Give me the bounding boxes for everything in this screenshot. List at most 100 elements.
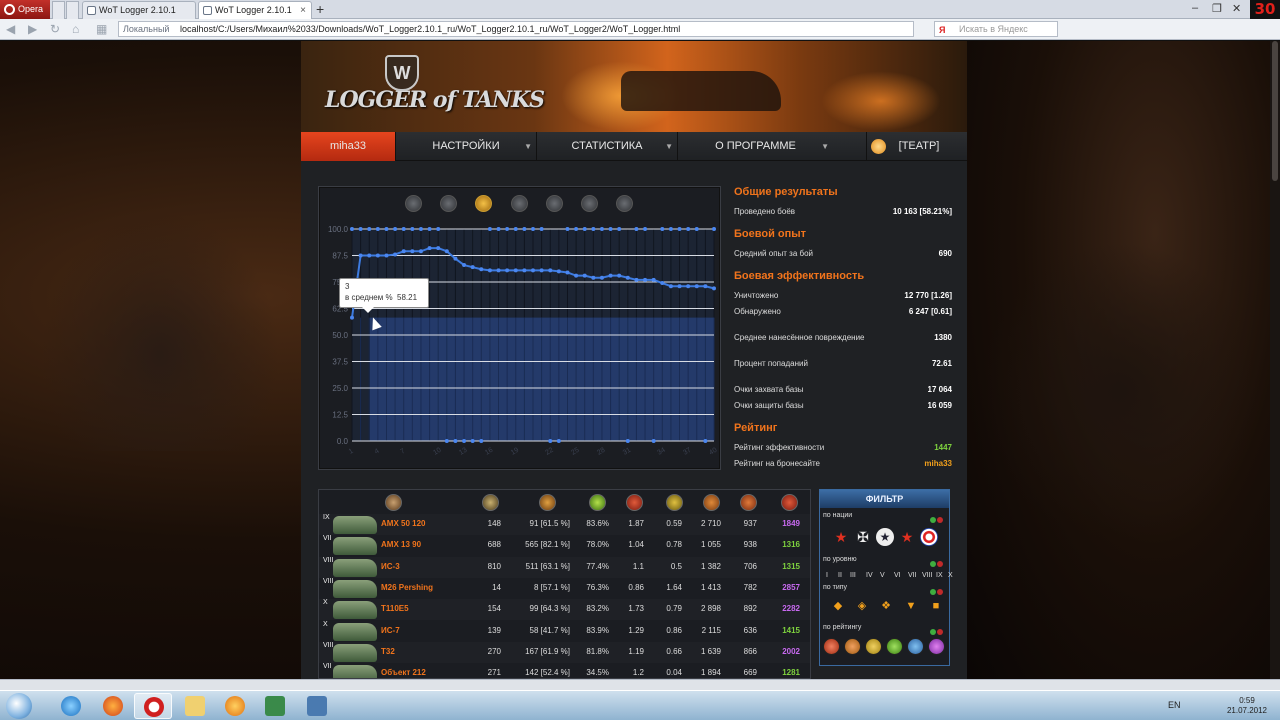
speed-icon[interactable] <box>616 195 633 212</box>
back-icon[interactable]: ◀ <box>6 22 15 36</box>
taskbar-app[interactable] <box>256 693 294 719</box>
rank-icon[interactable] <box>844 638 861 655</box>
level-filter-7[interactable]: VII <box>908 572 917 579</box>
rank-icon[interactable] <box>928 638 945 655</box>
taskbar-explorer[interactable] <box>176 693 214 719</box>
wins-icon[interactable] <box>475 195 492 212</box>
y-tick-label: 0.0 <box>337 437 349 446</box>
page-scrollbar[interactable] <box>1270 41 1280 679</box>
spotted-icon[interactable] <box>666 494 683 511</box>
stat-row: Средний опыт за бой 690 <box>734 249 952 258</box>
france-flag-icon[interactable] <box>920 528 938 546</box>
clock[interactable]: 0:59 21.07.2012 <box>1222 696 1272 716</box>
filter-toggle[interactable] <box>929 558 945 567</box>
speed-dial-icon[interactable]: ▦ <box>96 22 107 36</box>
address-input[interactable]: Локальный localhost/C:/Users/Михаил%2033… <box>118 21 914 37</box>
level-filter-1[interactable]: I <box>826 572 828 579</box>
taskbar-firefox[interactable] <box>94 693 132 719</box>
level-filter-8[interactable]: VIII <box>922 572 933 579</box>
start-button[interactable] <box>6 693 32 719</box>
taskbar-ie[interactable] <box>52 693 90 719</box>
nav-statistics[interactable]: СТАТИСТИКА ▼ <box>537 132 677 161</box>
taskbar-app[interactable] <box>298 693 336 719</box>
wins-icon[interactable] <box>539 494 556 511</box>
table-row[interactable]: VIII ИС-3 810 511 [63.1 %] 77.4% 1.1 0.5 1 382 7… <box>319 557 810 578</box>
table-row[interactable]: VII Объект 212 271 142 [52.4 %] 34.5% 1.2 0.04… <box>319 663 810 678</box>
star-icon[interactable] <box>440 195 457 212</box>
xp-icon[interactable] <box>740 494 757 511</box>
heavy-tank-icon[interactable]: ❖ <box>880 600 892 612</box>
rank-icon[interactable] <box>823 638 840 655</box>
search-input[interactable]: Я Искать в Яндекс <box>934 21 1058 37</box>
accuracy-icon[interactable] <box>589 494 606 511</box>
table-row[interactable]: X ИС-7 139 58 [41.7 %] 83.9% 1.29 0.86 2 115 636… <box>319 621 810 642</box>
nav-user[interactable]: miha33 <box>301 132 395 161</box>
maximize-icon[interactable]: ❐ <box>1212 2 1222 15</box>
filter-toggle[interactable] <box>929 626 945 635</box>
filter-toggle[interactable] <box>929 514 945 523</box>
home-icon[interactable]: ⌂ <box>72 22 79 36</box>
nav-about[interactable]: О ПРОГРАММЕ ▼ <box>678 132 833 161</box>
battles-icon[interactable] <box>405 195 422 212</box>
ussr-flag-icon[interactable]: ★ <box>832 528 850 546</box>
rank-icon[interactable] <box>907 638 924 655</box>
spg-icon[interactable]: ■ <box>930 600 942 612</box>
light-tank-icon[interactable]: ◆ <box>832 600 844 612</box>
cell-dmg: 2 710 <box>700 519 721 528</box>
pinned-tab[interactable] <box>52 1 65 19</box>
taskbar-opera[interactable] <box>134 693 172 719</box>
medium-tank-icon[interactable]: ◈ <box>856 600 868 612</box>
browser-tab-active[interactable]: WoT Logger 2.10.1 × <box>198 1 312 19</box>
tank-type-icon[interactable] <box>385 494 402 511</box>
scrollbar-thumb[interactable] <box>1272 41 1278 181</box>
nav-theatre[interactable]: [ТЕАТР] <box>891 132 947 161</box>
logo-emblem: W <box>385 55 419 91</box>
td-icon[interactable]: ▼ <box>905 600 917 612</box>
battles-icon[interactable] <box>482 494 499 511</box>
minimize-icon[interactable]: – <box>1192 2 1198 14</box>
close-window-icon[interactable]: ✕ <box>1232 2 1241 15</box>
table-row[interactable]: VII AMX 13 90 688 565 [82.1 %] 78.0% 1.04 0.78… <box>319 535 810 556</box>
level-filter-5[interactable]: V <box>880 572 885 579</box>
horizontal-scrollbar[interactable] <box>0 679 1280 690</box>
level-filter-6[interactable]: VI <box>894 572 901 579</box>
level-filter-10[interactable]: X <box>948 572 953 579</box>
level-filter-4[interactable]: IV <box>866 572 873 579</box>
damage-icon[interactable] <box>703 494 720 511</box>
cell-kills: 1.29 <box>628 625 644 635</box>
usa-flag-icon[interactable]: ★ <box>876 528 894 546</box>
level-filter-3[interactable]: III <box>850 572 856 579</box>
accuracy-icon[interactable] <box>511 195 528 212</box>
data-point <box>496 227 501 231</box>
rank-icon[interactable] <box>886 638 903 655</box>
opera-menu-button[interactable]: Opera <box>0 0 50 19</box>
language-indicator[interactable]: EN <box>1168 700 1181 710</box>
table-row[interactable]: VIII M26 Pershing 14 8 [57.1 %] 76.3% 0.86 1.6… <box>319 578 810 599</box>
forward-icon[interactable]: ▶ <box>28 22 37 36</box>
rating-icon[interactable] <box>781 494 798 511</box>
damage-icon[interactable] <box>546 195 563 212</box>
browser-tab[interactable]: WoT Logger 2.10.1 <box>82 1 196 19</box>
spotted-icon[interactable] <box>581 195 598 212</box>
chart-panel: 100.087.575.062.550.037.525.012.50.01471… <box>318 186 721 470</box>
cell-kills: 1.2 <box>632 668 644 678</box>
app-icon <box>225 696 245 716</box>
new-tab-button[interactable]: + <box>316 0 324 18</box>
table-row[interactable]: X T110E5 154 99 [64.3 %] 83.2% 1.73 0.79 2 898 8… <box>319 599 810 620</box>
germany-flag-icon[interactable]: ✠ <box>854 528 872 546</box>
close-tab-icon[interactable]: × <box>300 2 306 19</box>
filter-toggle[interactable] <box>929 586 945 595</box>
table-row[interactable]: VIII T32 270 167 [61.9 %] 81.8% 1.19 0.66 1 639… <box>319 642 810 663</box>
win-rate-chart[interactable]: 100.087.575.062.550.037.525.012.50.01471… <box>319 217 722 471</box>
kills-icon[interactable] <box>626 494 643 511</box>
data-point <box>677 284 682 289</box>
taskbar-app[interactable] <box>216 693 254 719</box>
nav-settings[interactable]: НАСТРОЙКИ ▼ <box>396 132 536 161</box>
reload-icon[interactable]: ↻ <box>50 22 60 36</box>
table-row[interactable]: IX AMX 50 120 148 91 [61.5 %] 83.6% 1.87 0.59 2… <box>319 514 810 535</box>
level-filter-2[interactable]: II <box>838 572 842 579</box>
level-filter-9[interactable]: IX <box>936 572 943 579</box>
china-flag-icon[interactable]: ★ <box>898 528 916 546</box>
rank-icon[interactable] <box>865 638 882 655</box>
pinned-tab[interactable] <box>66 1 79 19</box>
